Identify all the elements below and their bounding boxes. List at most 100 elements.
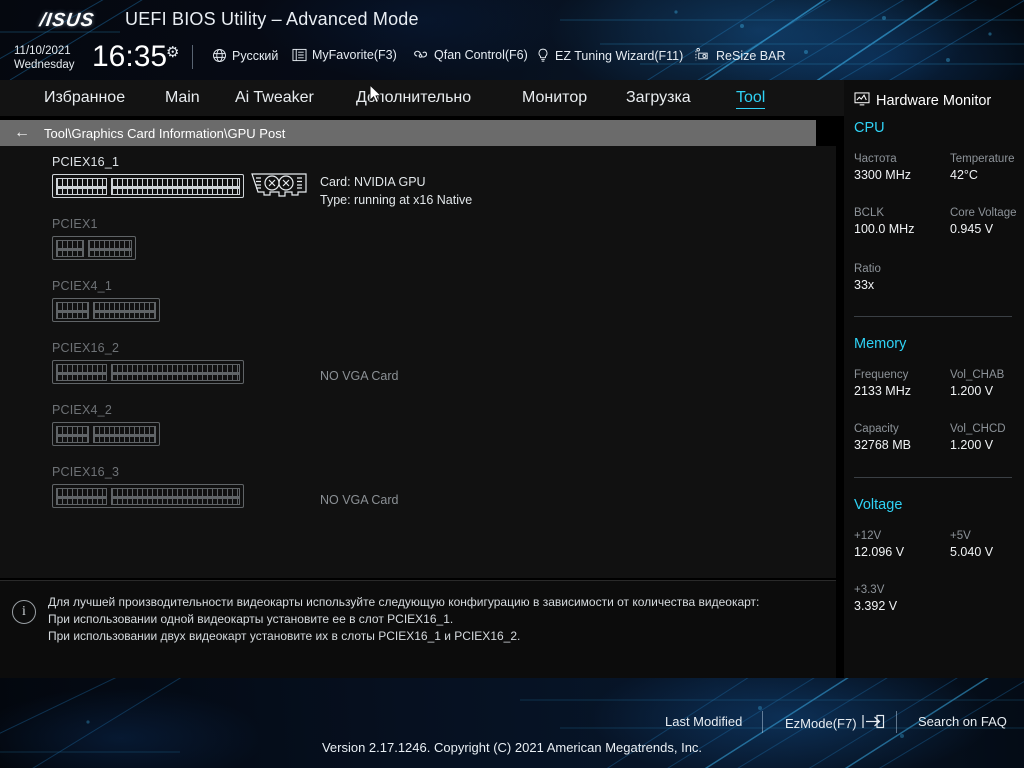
weekday-value: Wednesday <box>14 59 75 71</box>
hm-metric-value: 1.200 V <box>950 384 994 398</box>
tab-загрузка[interactable]: Загрузка <box>626 80 691 116</box>
hm-metric-value: 0.945 V <box>950 222 994 236</box>
footer-search-on-faq[interactable]: Search on FAQ <box>918 714 1007 729</box>
asus-logo: /ISUS <box>38 10 96 31</box>
hm-metric: Ratio 33x <box>854 262 881 293</box>
breadcrumb-path: Tool\Graphics Card Information\GPU Post <box>44 125 286 141</box>
connector-segment <box>111 487 240 505</box>
hm-metric-label: +12V <box>854 530 882 542</box>
connector-segment <box>56 487 108 505</box>
slot-status: NO VGA Card <box>320 493 399 507</box>
hm-section-title: CPU <box>854 120 885 136</box>
hm-section-title: Memory <box>854 336 907 352</box>
tab-label: Дополнительно <box>356 89 472 106</box>
connector-pins <box>112 488 239 504</box>
connector-pins <box>112 364 239 380</box>
hm-metric-value: 42°C <box>950 168 978 182</box>
date-value: 11/10/2021 <box>14 45 71 57</box>
footer-ezmode-f7-[interactable]: EzMode(F7) <box>785 714 885 732</box>
connector-segment <box>88 239 132 257</box>
hm-metric-label: Vol_CHCD <box>950 423 1006 435</box>
gear-icon[interactable]: ⚙ <box>166 43 179 61</box>
tab-label: Избранное <box>44 89 126 106</box>
gpu-post-panel: PCIEX16_1 Card: NVIDIA GPU Type: running a… <box>0 146 836 578</box>
header-item-qfan[interactable]: Qfan Control(F6) <box>412 48 528 62</box>
connector-segment <box>111 363 240 381</box>
hm-metric-value: 33x <box>854 278 875 292</box>
slot-label: PCIEX4_2 <box>52 403 112 417</box>
header-item-myfavorite[interactable]: MyFavorite(F3) <box>292 48 397 62</box>
breadcrumb: ← Tool\Graphics Card Information\GPU Pos… <box>0 120 816 146</box>
globe-icon <box>212 48 227 63</box>
footer-item-label: Search on FAQ <box>918 714 1007 729</box>
tab-main[interactable]: Main <box>165 80 200 116</box>
connector-segment <box>56 363 108 381</box>
hm-metric-value: 1.200 V <box>950 438 994 452</box>
resize-icon <box>694 48 711 63</box>
graphics-card-icon <box>250 172 308 207</box>
monitor-icon <box>854 92 870 110</box>
help-line: При использовании одной видеокарты устан… <box>48 612 454 626</box>
footer-divider <box>896 711 897 733</box>
tab-ai-tweaker[interactable]: Ai Tweaker <box>235 80 314 116</box>
connector-segment <box>56 239 85 257</box>
pcie-slot-connector[interactable] <box>52 298 160 322</box>
header-item-label: EZ Tuning Wizard(F11) <box>555 48 684 63</box>
exit-icon <box>861 714 885 732</box>
hm-metric-label: Ratio <box>854 263 881 275</box>
hm-metric-label: Core Voltage <box>950 207 1017 219</box>
hm-metric-label: Temperature <box>950 153 1015 165</box>
slot-card-name: Card: NVIDIA GPU <box>320 175 426 189</box>
help-line: При использовании двух видеокарт установ… <box>48 629 521 643</box>
connector-segment <box>92 425 156 443</box>
tab-дополнительно[interactable]: Дополнительно <box>356 80 471 116</box>
footer-item-label: EzMode(F7) <box>785 715 857 731</box>
info-icon: i <box>12 600 36 624</box>
connector-segment <box>56 425 89 443</box>
connector-segment <box>92 301 156 319</box>
system-date: 11/10/2021 Wednesday <box>14 44 75 72</box>
tab-избранное[interactable]: Избранное <box>44 80 125 116</box>
header-divider <box>192 45 193 69</box>
pcie-slot-connector[interactable] <box>52 360 244 384</box>
footer-divider <box>762 711 763 733</box>
slot-label: PCIEX1 <box>52 217 98 231</box>
connector-pins <box>93 302 155 318</box>
section-divider <box>854 477 1012 478</box>
help-text: Для лучшей производительности видеокарты… <box>48 594 808 645</box>
slot-card-type: Type: running at x16 Native <box>320 193 473 207</box>
header-item-resize-bar[interactable]: ReSize BAR <box>694 48 785 63</box>
hm-metric-value: 2133 MHz <box>854 384 911 398</box>
tab-tool[interactable]: Tool <box>736 80 766 116</box>
pcie-slot-connector[interactable] <box>52 174 244 198</box>
hm-metric: Frequency 2133 MHz <box>854 368 911 399</box>
pcie-slot-connector[interactable] <box>52 422 160 446</box>
slot-status: NO VGA Card <box>320 369 399 383</box>
connector-segment <box>56 177 108 195</box>
hm-metric: Частота 3300 MHz <box>854 152 911 183</box>
connector-pins <box>57 302 88 318</box>
hm-metric: Vol_CHCD 1.200 V <box>950 422 1006 453</box>
slot-label: PCIEX16_2 <box>52 341 120 355</box>
header-item-label: ReSize BAR <box>716 48 786 63</box>
hm-metric: +12V 12.096 V <box>854 529 904 560</box>
header-item-ez-tuning[interactable]: EZ Tuning Wizard(F11) <box>536 48 683 63</box>
connector-pins <box>93 426 155 442</box>
hm-metric-label: Vol_CHAB <box>950 369 1005 381</box>
tab-монитор[interactable]: Монитор <box>522 80 587 116</box>
hm-metric-value: 12.096 V <box>854 545 905 559</box>
pcie-slot-connector[interactable] <box>52 484 244 508</box>
hardware-monitor-label: Hardware Monitor <box>876 93 992 109</box>
hm-metric: Core Voltage 0.945 V <box>950 206 1017 237</box>
hm-metric: Capacity 32768 MB <box>854 422 911 453</box>
connector-pins <box>57 364 107 380</box>
back-arrow-icon[interactable]: ← <box>0 125 44 141</box>
header-item-language[interactable]: Русский <box>212 48 278 63</box>
pcie-slot-connector[interactable] <box>52 236 136 260</box>
footer-last-modified[interactable]: Last Modified <box>665 714 742 729</box>
header-item-label: Qfan Control(F6) <box>434 48 528 62</box>
list-icon <box>292 48 307 62</box>
tab-label: Ai Tweaker <box>235 89 314 106</box>
hm-metric-label: Частота <box>854 153 897 165</box>
help-line: Для лучшей производительности видеокарты… <box>48 595 760 609</box>
